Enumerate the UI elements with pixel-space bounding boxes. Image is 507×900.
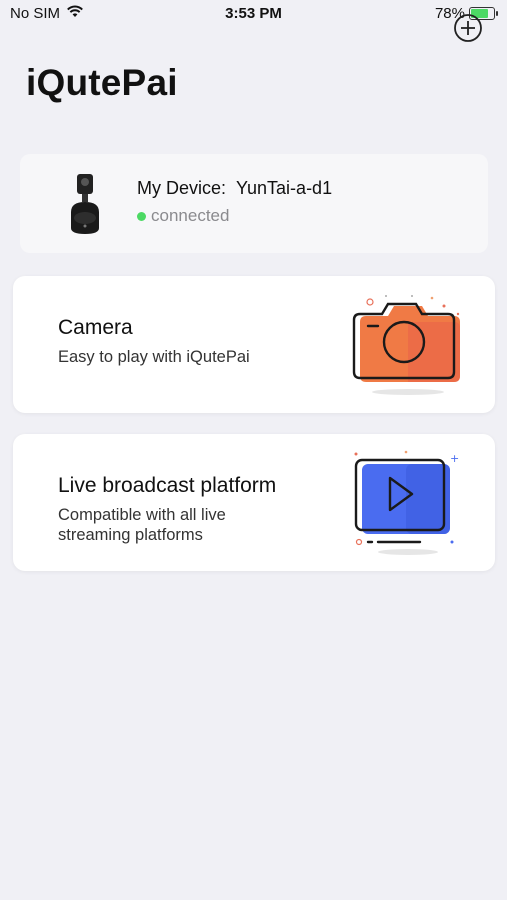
device-info: My Device: YunTai-a-d1 xyxy=(137,178,332,199)
status-dot xyxy=(137,211,146,221)
device-label: My Device: xyxy=(137,178,227,198)
svg-text:+: + xyxy=(450,452,459,465)
camera-card[interactable]: Camera Easy to play with iQutePai xyxy=(13,276,495,413)
play-screen-icon: + xyxy=(348,450,468,560)
plus-circle-icon xyxy=(454,14,482,42)
camera-card-title: Camera xyxy=(58,316,133,339)
connection-status: connected xyxy=(137,206,229,226)
live-card-description: Compatible with all live streaming platf… xyxy=(58,506,226,544)
gimbal-device-image xyxy=(65,172,105,236)
add-device-button[interactable] xyxy=(452,12,484,44)
live-card-title: Live broadcast platform xyxy=(58,474,277,497)
camera-icon xyxy=(348,292,468,398)
device-card[interactable]: My Device: YunTai-a-d1 connected xyxy=(20,154,488,253)
app-title: iQutePai xyxy=(26,62,178,103)
clock: 3:53 PM xyxy=(225,5,282,22)
status-text: connected xyxy=(151,206,230,225)
camera-card-description: Easy to play with iQutePai xyxy=(58,348,250,366)
device-name: YunTai-a-d1 xyxy=(236,178,333,198)
live-broadcast-card[interactable]: Live broadcast platform Compatible with … xyxy=(13,434,495,571)
status-bar: No SIM 3:53 PM 78% xyxy=(0,0,507,28)
